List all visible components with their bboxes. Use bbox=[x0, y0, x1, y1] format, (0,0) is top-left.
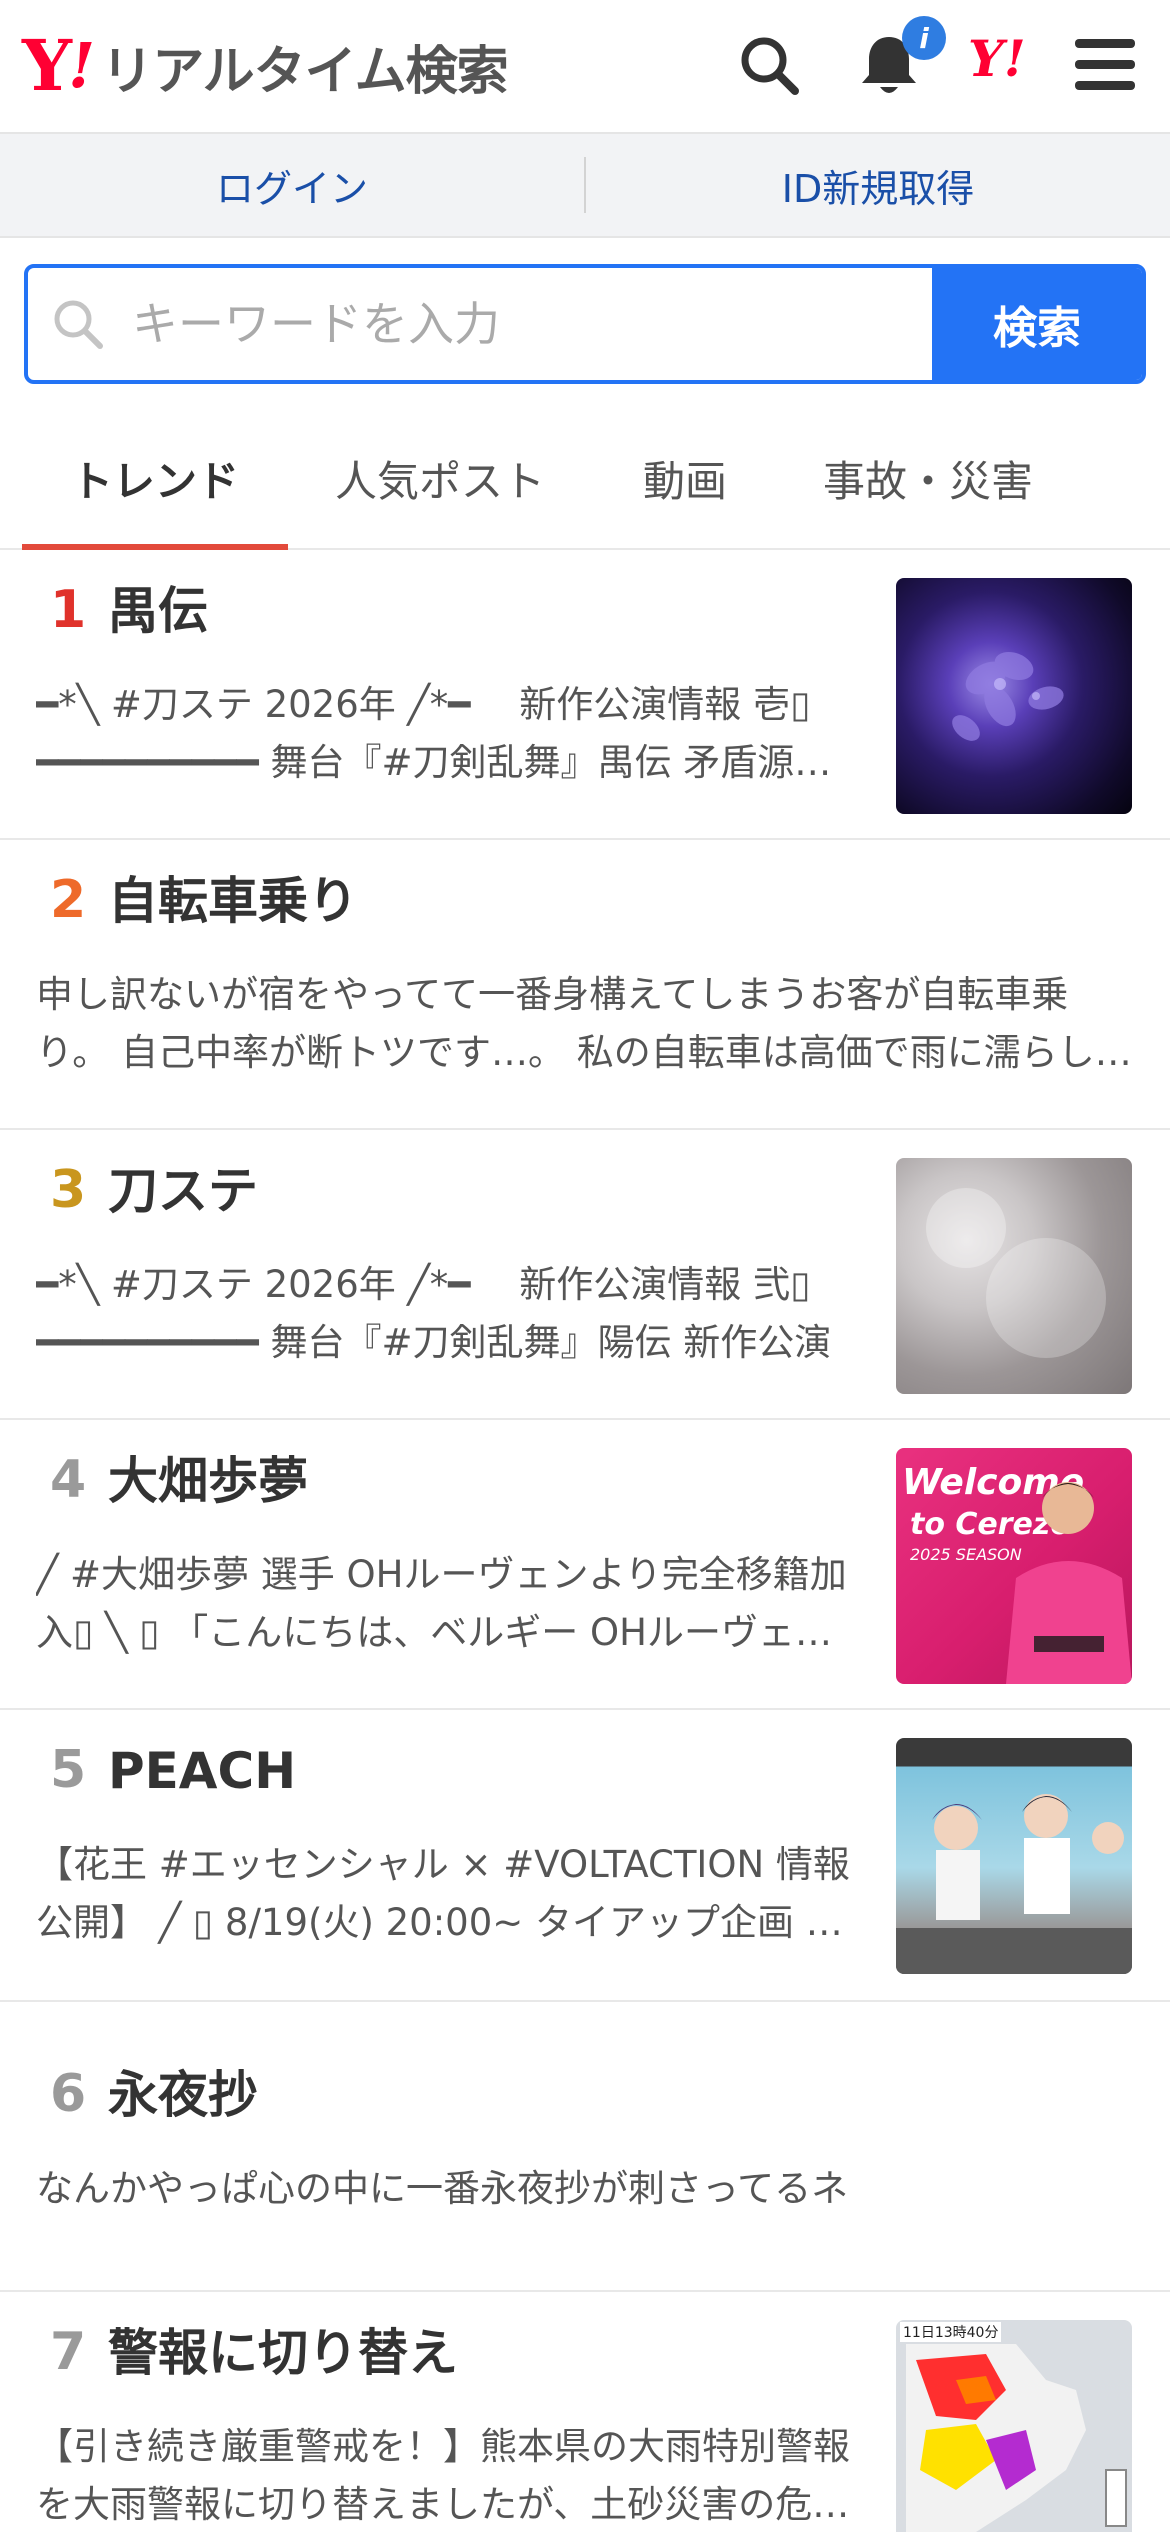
trend-item[interactable]: 4 大畑歩夢 ╱ #大畑歩夢 選手 OHルーヴェンより完全移籍加入▯ ╲ ▯ 「… bbox=[0, 1420, 1170, 1710]
trend-rank: 3 bbox=[50, 1160, 87, 1220]
trend-item[interactable]: 6 永夜抄 なんかやっぱ心の中に一番永夜抄が刺さってるネ bbox=[0, 2002, 1170, 2292]
tab-accidents-disasters[interactable]: 事故・災害 bbox=[800, 408, 1056, 548]
svg-text:2025 SEASON: 2025 SEASON bbox=[910, 1545, 1022, 1564]
trend-thumbnail-anime-billboard bbox=[896, 1738, 1132, 1974]
trend-thumbnail-purple-flowers bbox=[896, 578, 1132, 814]
trend-description: 【花王 #エッセンシャル × #VOLTACTION 情報公開】 ╱ ▯ 8/1… bbox=[36, 1843, 850, 1944]
category-tabs: トレンド 人気ポスト 動画 事故・災害 bbox=[0, 408, 1170, 550]
search-button[interactable]: 検索 bbox=[932, 268, 1142, 380]
trend-thumbnail-football-player: Welcome to Cerezo 2025 SEASON bbox=[896, 1448, 1132, 1684]
logo-y: Y bbox=[22, 24, 72, 107]
trend-item[interactable]: 7 警報に切り替え 【引き続き厳重警戒を！】熊本県の大雨特別警報を大雨警報に切り… bbox=[0, 2292, 1170, 2532]
trend-title: 永夜抄 bbox=[108, 2066, 258, 2124]
yahoo-japan-icon[interactable]: Y! bbox=[968, 34, 1026, 84]
trend-item[interactable]: 1 禺伝 ━*╲ #刀ステ 2026年 ╱*━ 新作公演情報 壱▯ ━━━━━━… bbox=[0, 550, 1170, 840]
register-link[interactable]: ID新規取得 bbox=[586, 158, 1170, 213]
trend-title: 刀ステ bbox=[108, 1162, 258, 1220]
trend-thumbnail-weather-map: 11日13時40分 bbox=[896, 2320, 1132, 2532]
trend-item[interactable]: 3 刀ステ ━*╲ #刀ステ 2026年 ╱*━ 新作公演情報 弐▯ ━━━━━… bbox=[0, 1130, 1170, 1420]
hamburger-menu-icon[interactable] bbox=[1062, 22, 1148, 108]
logo-bang: ! bbox=[67, 29, 96, 102]
trend-description: なんかやっぱ心の中に一番永夜抄が刺さってるネ bbox=[36, 2167, 849, 2210]
trend-rank: 1 bbox=[50, 580, 87, 640]
trend-description: ╱ #大畑歩夢 選手 OHルーヴェンより完全移籍加入▯ ╲ ▯ 「こんにちは、ベ… bbox=[36, 1553, 847, 1654]
notification-badge: i bbox=[902, 16, 946, 60]
trend-description: 申し訳ないが宿をやってて一番身構えてしまうお客が自転車乗り。 自己中率が断トツで… bbox=[36, 973, 1132, 1074]
trend-title: 自転車乗り bbox=[108, 872, 358, 930]
search-field-icon bbox=[28, 268, 128, 380]
trend-thumbnail-blurred-light bbox=[896, 1158, 1132, 1394]
app-header: Y ! リアルタイム検索 i Y! bbox=[0, 0, 1170, 134]
trend-description: ━*╲ #刀ステ 2026年 ╱*━ 新作公演情報 壱▯ ━━━━━━━━━━ … bbox=[36, 683, 832, 784]
tab-trend[interactable]: トレンド bbox=[22, 408, 288, 550]
trend-description: ━*╲ #刀ステ 2026年 ╱*━ 新作公演情報 弐▯ ━━━━━━━━━━ … bbox=[36, 1263, 832, 1364]
notification-bell-icon[interactable]: i bbox=[846, 16, 946, 108]
search-icon[interactable] bbox=[726, 22, 812, 108]
login-link[interactable]: ログイン bbox=[0, 158, 584, 213]
trend-description: 【引き続き厳重警戒を！】熊本県の大雨特別警報を大雨警報に切り替えましたが、土砂災… bbox=[36, 2425, 850, 2526]
tab-popular-posts[interactable]: 人気ポスト bbox=[310, 408, 570, 548]
weather-map-timestamp: 11日13時40分 bbox=[900, 2322, 1002, 2342]
yahoo-realtime-logo[interactable]: Y ! リアルタイム検索 bbox=[22, 24, 509, 107]
trend-rank: 6 bbox=[50, 2064, 87, 2124]
trend-title: 大畑歩夢 bbox=[108, 1452, 308, 1510]
trend-rank: 5 bbox=[50, 1740, 87, 1800]
tab-videos[interactable]: 動画 bbox=[600, 408, 770, 548]
trend-rank: 4 bbox=[50, 1450, 87, 1510]
search-box: 検索 bbox=[24, 264, 1146, 384]
app-title: リアルタイム検索 bbox=[101, 41, 508, 102]
trend-rank: 2 bbox=[50, 870, 87, 930]
trend-item[interactable]: 2 自転車乗り 申し訳ないが宿をやってて一番身構えてしまうお客が自転車乗り。 自… bbox=[0, 840, 1170, 1130]
trend-rank: 7 bbox=[50, 2322, 87, 2382]
account-bar: ログイン ID新規取得 bbox=[0, 134, 1170, 238]
trend-title: 警報に切り替え bbox=[108, 2324, 458, 2382]
trend-title: PEACH bbox=[108, 1742, 297, 1800]
search-input[interactable] bbox=[128, 268, 932, 380]
trend-title: 禺伝 bbox=[108, 582, 208, 640]
trend-item[interactable]: 5 PEACH 【花王 #エッセンシャル × #VOLTACTION 情報公開】… bbox=[0, 1710, 1170, 2002]
